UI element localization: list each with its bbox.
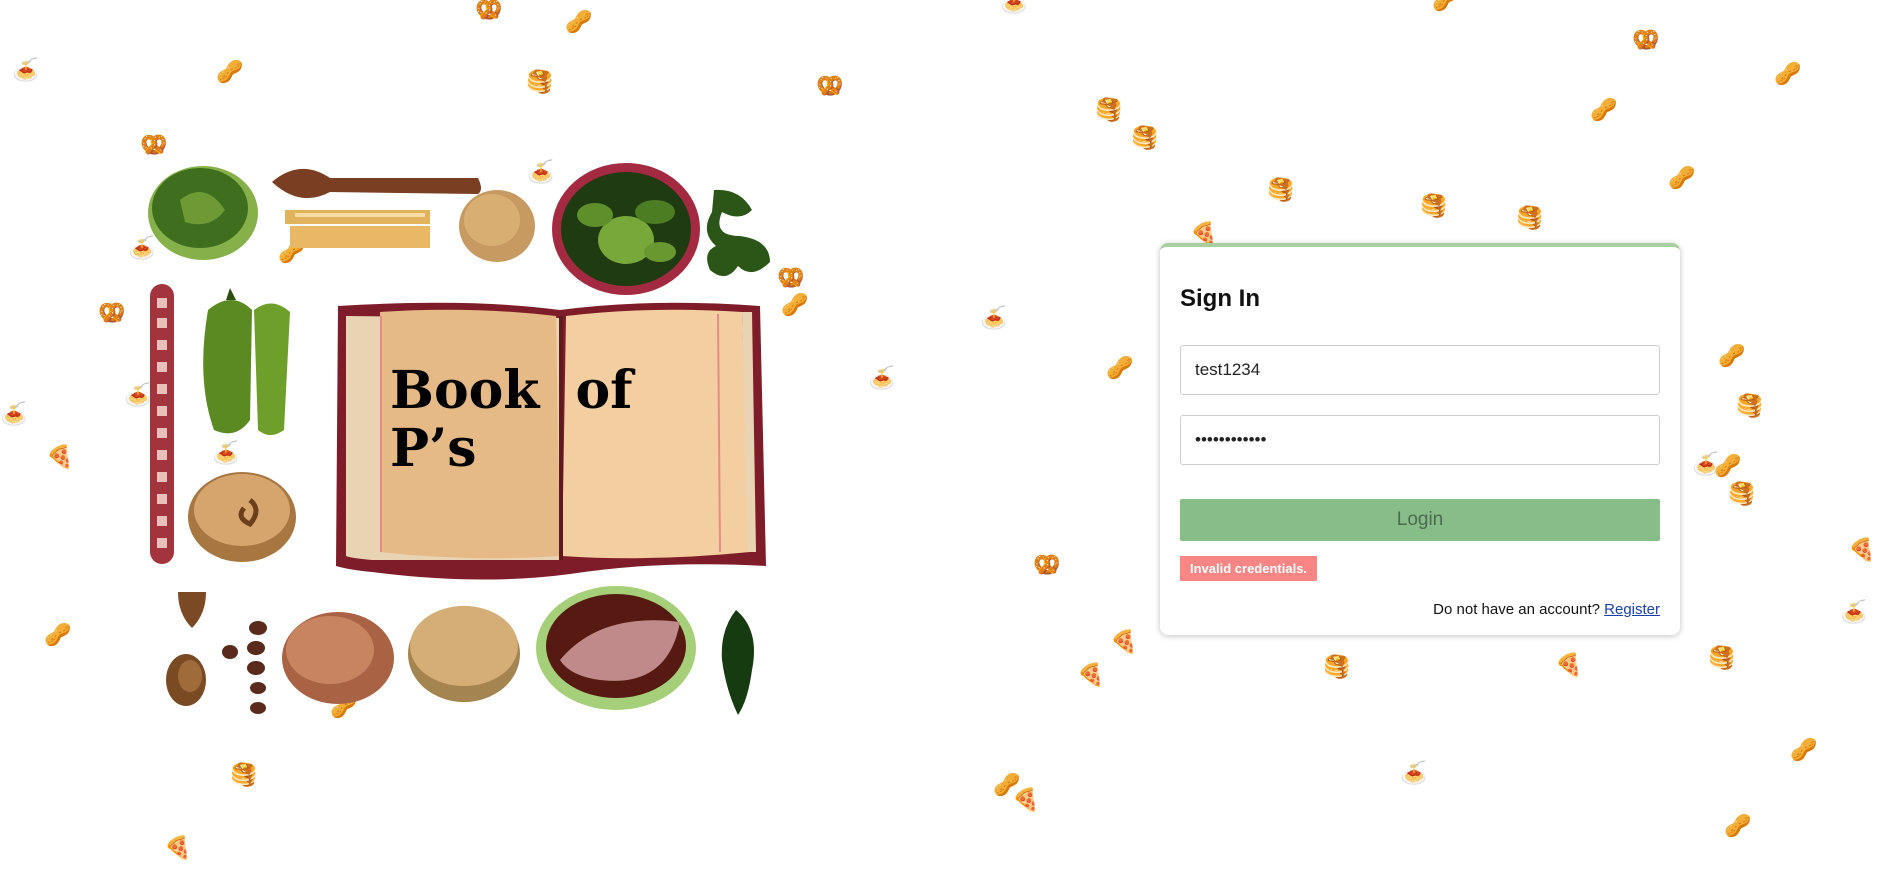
pasta-icon: 🍝 — [868, 366, 896, 391]
peanuts-icon: 🥜 — [1432, 0, 1460, 13]
pizza-icon: 🍕 — [1848, 538, 1876, 563]
pizza-icon: 🍕 — [1555, 653, 1583, 678]
pancakes-icon: 🥞 — [230, 763, 258, 788]
peanuts-icon: 🥜 — [216, 60, 244, 85]
spoon-icon — [272, 168, 481, 199]
pecan-icon — [178, 592, 206, 628]
signin-title: Sign In — [1180, 285, 1260, 312]
pancakes-icon: 🥞 — [1267, 178, 1295, 203]
pizza-icon: 🍕 — [1077, 663, 1105, 688]
pasta-icon: 🍝 — [1840, 600, 1868, 625]
pasta-icon: 🍝 — [980, 306, 1008, 331]
username-input[interactable] — [1180, 345, 1660, 395]
book-title: Book of P’s — [390, 360, 633, 479]
pepper-icon — [203, 300, 252, 434]
herb-sprig-icon — [721, 610, 754, 715]
peanuts-icon: 🥜 — [1668, 166, 1696, 191]
register-prompt: Do not have an account? — [1433, 601, 1600, 618]
pretzel-icon: 🥨 — [1033, 553, 1061, 578]
pancakes-icon: 🥞 — [1420, 194, 1448, 219]
peanuts-icon: 🥜 — [1774, 62, 1802, 87]
pizza-icon: 🍕 — [1012, 788, 1040, 813]
pretzel-icon: 🥨 — [140, 133, 168, 158]
pasta-icon: 🍝 — [1400, 761, 1428, 786]
pizza-icon: 🍕 — [1110, 630, 1138, 655]
pancakes-icon: 🥞 — [526, 70, 554, 95]
peanuts-icon: 🥜 — [1106, 356, 1134, 381]
pretzel-icon: 🥨 — [816, 74, 844, 99]
pretzel-icon: 🥨 — [1632, 28, 1660, 53]
pancakes-icon: 🥞 — [1708, 646, 1736, 671]
pasta-icon: 🍝 — [12, 58, 40, 83]
peanuts-icon: 🥜 — [1790, 738, 1818, 763]
password-input[interactable] — [1180, 415, 1660, 465]
peanuts-icon: 🥜 — [1724, 814, 1752, 839]
pancakes-icon: 🥞 — [1728, 482, 1756, 507]
register-line: Do not have an account? Register — [1433, 601, 1660, 618]
peanuts-icon: 🥜 — [1718, 344, 1746, 369]
error-badge: Invalid credentials. — [1180, 556, 1318, 581]
peanuts-icon: 🥜 — [781, 293, 809, 318]
pretzel-icon: 🥨 — [98, 301, 126, 326]
signin-card: Sign In Login Invalid credentials. Do no… — [1160, 243, 1680, 635]
peanuts-icon: 🥜 — [1590, 98, 1618, 123]
pasta-icon: 🍝 — [0, 402, 28, 427]
login-button[interactable]: Login — [1180, 499, 1660, 541]
pizza-icon: 🍕 — [46, 445, 74, 470]
register-link[interactable]: Register — [1604, 601, 1660, 618]
pizza-icon: 🍕 — [164, 836, 192, 861]
peanuts-icon: 🥜 — [44, 623, 72, 648]
parsley-icon — [706, 189, 770, 277]
peanuts-icon: 🥜 — [1714, 454, 1742, 479]
pancakes-icon: 🥞 — [1095, 98, 1123, 123]
pancakes-icon: 🥞 — [1323, 655, 1351, 680]
pancakes-icon: 🥞 — [1736, 394, 1764, 419]
pancakes-icon: 🥞 — [1516, 206, 1544, 231]
pasta-icon: 🍝 — [1000, 0, 1028, 15]
pretzel-icon: 🥨 — [475, 0, 503, 23]
peanuts-icon: 🥜 — [565, 10, 593, 35]
pancakes-icon: 🥞 — [1131, 126, 1159, 151]
pretzel-icon: 🥨 — [777, 266, 805, 291]
